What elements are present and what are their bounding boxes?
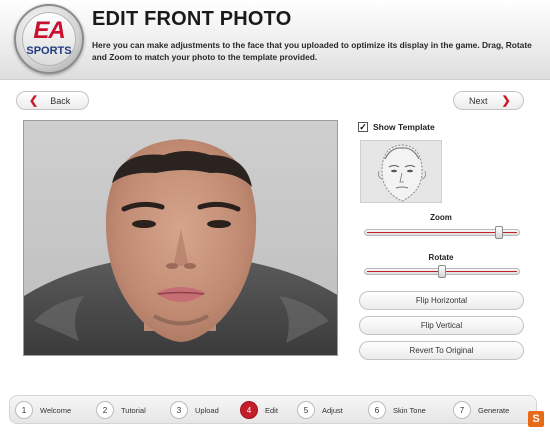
step-label: Upload: [195, 405, 219, 415]
step-label: Skin Tone: [393, 405, 426, 415]
show-template-checkbox[interactable]: ✓: [358, 122, 368, 132]
step-number: 7: [453, 401, 471, 419]
step-generate[interactable]: 7 Generate: [453, 401, 509, 419]
zoom-slider[interactable]: [364, 226, 520, 239]
rotate-slider-handle[interactable]: [438, 265, 446, 278]
face-photo[interactable]: [24, 121, 338, 356]
s-logo-icon: S: [528, 411, 544, 427]
step-tutorial[interactable]: 2 Tutorial: [96, 401, 146, 419]
step-number: 5: [297, 401, 315, 419]
revert-to-original-button[interactable]: Revert To Original: [359, 341, 524, 360]
step-number: 1: [15, 401, 33, 419]
logo-badge: EA SPORTS: [22, 12, 76, 66]
step-edit[interactable]: 4 Edit: [240, 401, 278, 419]
photo-editor-canvas[interactable]: [23, 120, 338, 356]
show-template-label: Show Template: [373, 122, 435, 132]
chevron-right-icon: ❯: [501, 95, 511, 107]
ea-sports-logo: EA SPORTS: [14, 4, 84, 74]
face-template-icon: [361, 141, 441, 202]
logo-sports-text: SPORTS: [26, 45, 72, 57]
page-description: Here you can make adjustments to the fac…: [92, 40, 532, 62]
show-template-toggle[interactable]: ✓ Show Template: [358, 122, 435, 132]
chevron-left-icon: ❮: [29, 95, 39, 107]
zoom-slider-handle[interactable]: [495, 226, 503, 239]
zoom-label: Zoom: [430, 213, 452, 222]
flip-horizontal-button[interactable]: Flip Horizontal: [359, 291, 524, 310]
page-title: EDIT FRONT PHOTO: [92, 8, 292, 30]
step-label: Welcome: [40, 405, 72, 415]
step-label: Adjust: [322, 405, 343, 415]
logo-ea-text: EA: [33, 17, 65, 44]
back-label: Back: [50, 95, 71, 106]
step-number: 3: [170, 401, 188, 419]
step-number: 4: [240, 401, 258, 419]
step-label: Edit: [265, 405, 278, 415]
step-welcome[interactable]: 1 Welcome: [15, 401, 71, 419]
step-label: Tutorial: [121, 405, 146, 415]
header: EA SPORTS EDIT FRONT PHOTO Here you can …: [0, 0, 550, 80]
step-number: 2: [96, 401, 114, 419]
rotate-slider[interactable]: [364, 265, 520, 278]
face-template-thumbnail: [360, 140, 442, 203]
step-upload[interactable]: 3 Upload: [170, 401, 219, 419]
rotate-label: Rotate: [428, 253, 454, 262]
wizard-steps-bar: 1 Welcome 2 Tutorial 3 Upload 4 Edit 5 A…: [9, 395, 537, 424]
back-button[interactable]: ❮ Back: [16, 91, 89, 110]
flip-vertical-button[interactable]: Flip Vertical: [359, 316, 524, 335]
next-label: Next: [469, 95, 488, 106]
step-adjust[interactable]: 5 Adjust: [297, 401, 343, 419]
next-button[interactable]: Next ❯: [453, 91, 524, 110]
step-label: Generate: [478, 405, 510, 415]
step-skin-tone[interactable]: 6 Skin Tone: [368, 401, 426, 419]
step-number: 6: [368, 401, 386, 419]
